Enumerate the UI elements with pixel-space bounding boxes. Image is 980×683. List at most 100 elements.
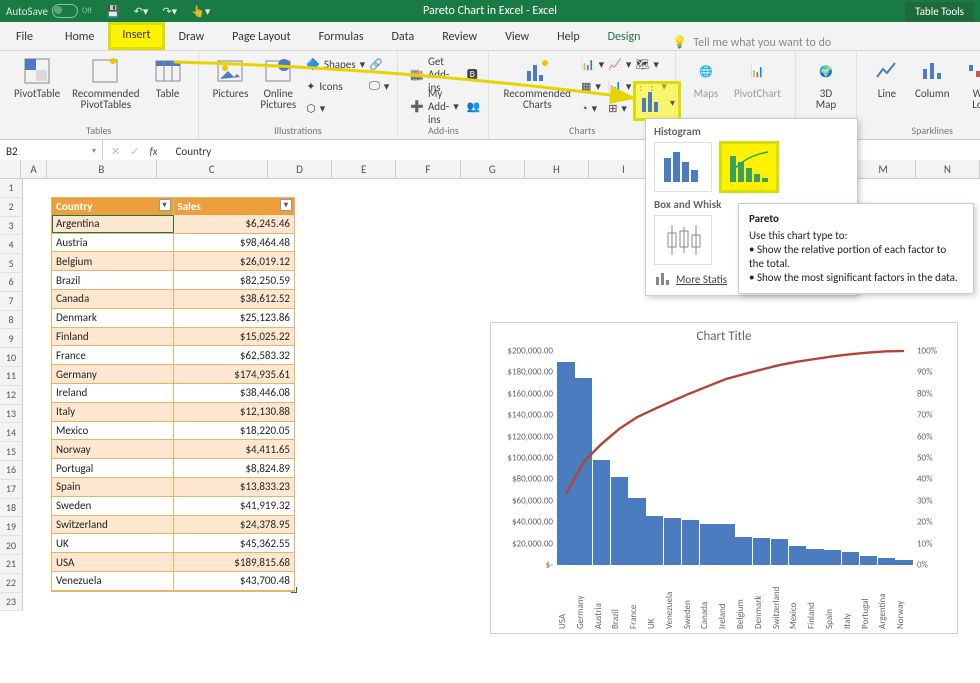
screenshot-button[interactable]: 🖵 ▾	[369, 77, 389, 95]
row-header[interactable]: 13	[0, 405, 23, 424]
tab-insert[interactable]: Insert	[108, 22, 164, 50]
table-cell[interactable]: $8,824.89	[174, 459, 295, 477]
table-cell[interactable]: France	[52, 346, 174, 364]
row-header[interactable]: 18	[0, 499, 23, 518]
chart-bar[interactable]	[878, 558, 895, 565]
tab-design[interactable]: Design	[594, 24, 655, 50]
table-cell[interactable]: $15,025.22	[174, 328, 295, 346]
pivottable-button[interactable]: PivotTable	[8, 53, 66, 101]
histogram-option[interactable]	[654, 142, 712, 192]
tab-home[interactable]: Home	[51, 24, 108, 50]
sparkline-winloss-button[interactable]: W Lo	[956, 53, 980, 112]
table-cell[interactable]: $45,362.55	[174, 534, 295, 552]
table-cell[interactable]: $43,700.48	[174, 572, 295, 590]
column-header[interactable]: C	[157, 160, 268, 178]
table-cell[interactable]: Norway	[52, 440, 174, 458]
table-cell[interactable]: $174,935.61	[174, 365, 295, 383]
chart-bar[interactable]	[753, 538, 770, 565]
sparkline-column-button[interactable]: Column	[909, 53, 956, 101]
get-addins-button[interactable]: 🏬Get Add-ins	[410, 65, 459, 83]
table-cell[interactable]: $26,019.12	[174, 252, 295, 270]
table-cell[interactable]: Denmark	[52, 309, 174, 327]
box-whisker-option[interactable]	[654, 215, 712, 265]
3d-map-button[interactable]: 🌍 3D Map	[804, 53, 848, 112]
row-header[interactable]: 10	[0, 348, 23, 367]
my-addins-button[interactable]: ➕My Add-ins ▾	[410, 97, 459, 115]
online-pictures-button[interactable]: Online Pictures	[254, 53, 302, 112]
table-cell[interactable]: $18,220.05	[174, 422, 295, 440]
tab-help[interactable]: Help	[543, 24, 594, 50]
table-cell[interactable]: $25,123.86	[174, 309, 295, 327]
row-header[interactable]: 9	[0, 329, 23, 348]
pivotchart-button[interactable]: 📊 PivotChart	[728, 53, 787, 101]
table-cell[interactable]: USA	[52, 553, 174, 571]
row-header[interactable]: 21	[0, 555, 23, 574]
table-cell[interactable]: $4,411.65	[174, 440, 295, 458]
chart-bar[interactable]	[860, 556, 877, 565]
name-box[interactable]: B2	[0, 140, 103, 162]
table-button[interactable]: Table	[146, 53, 190, 101]
bing-maps-button[interactable]: 🅱	[467, 65, 481, 83]
table-cell[interactable]: Austria	[52, 234, 174, 252]
column-header[interactable]: E	[332, 160, 396, 178]
column-header[interactable]: H	[525, 160, 589, 178]
shapes-button[interactable]: 🔷Shapes ▾	[306, 55, 365, 73]
autosave-toggle[interactable]: AutoSave Off	[6, 4, 92, 18]
table-cell[interactable]: Portugal	[52, 459, 174, 477]
row-header[interactable]: 6	[0, 273, 23, 292]
row-header[interactable]: 2	[0, 198, 23, 217]
column-header[interactable]: D	[268, 160, 332, 178]
tab-data[interactable]: Data	[378, 24, 429, 50]
table-cell[interactable]: Sweden	[52, 497, 174, 515]
table-cell[interactable]: Finland	[52, 328, 174, 346]
column-header[interactable]: B	[47, 160, 156, 178]
chart-bar[interactable]	[842, 552, 859, 565]
formula-input[interactable]: Country	[158, 145, 212, 158]
table-cell[interactable]: $189,815.68	[174, 553, 295, 571]
chart-bar[interactable]	[700, 524, 717, 565]
table-cell[interactable]: UK	[52, 534, 174, 552]
hierarchy-chart-button[interactable]: ▦▾	[581, 77, 604, 95]
table-cell[interactable]: Belgium	[52, 252, 174, 270]
undo-icon[interactable]: ↶▾	[134, 5, 149, 18]
tab-file[interactable]: File	[12, 24, 51, 50]
chart-bar[interactable]	[824, 550, 841, 565]
table-cell[interactable]: $38,446.08	[174, 384, 295, 402]
chart-bar[interactable]	[717, 524, 734, 565]
row-header[interactable]: 12	[0, 386, 23, 405]
recommended-charts-button[interactable]: Recommended Charts	[497, 53, 576, 112]
tab-view[interactable]: View	[491, 24, 543, 50]
table-cell[interactable]: Brazil	[52, 271, 174, 289]
row-header[interactable]: 3	[0, 217, 23, 236]
row-header[interactable]: 7	[0, 292, 23, 311]
row-header[interactable]: 23	[0, 593, 23, 612]
smartart-button[interactable]: 🔗	[369, 55, 389, 73]
row-header[interactable]: 1	[0, 179, 23, 198]
table-cell[interactable]: $38,612.52	[174, 290, 295, 308]
table-cell[interactable]: Germany	[52, 365, 174, 383]
table-cell[interactable]: $98,464.48	[174, 234, 295, 252]
tab-formulas[interactable]: Formulas	[305, 24, 378, 50]
pie-chart-button[interactable]: ◔▾	[581, 99, 604, 117]
maps-button[interactable]: 🌐 Maps	[684, 53, 728, 101]
chart-bar[interactable]	[771, 539, 788, 565]
table-cell[interactable]: $82,250.59	[174, 271, 295, 289]
tab-review[interactable]: Review	[428, 24, 491, 50]
table-cell[interactable]: Ireland	[52, 384, 174, 402]
redo-icon[interactable]: ↷▾	[162, 5, 177, 18]
sparkline-line-button[interactable]: Line	[865, 53, 909, 101]
table-cell[interactable]: Mexico	[52, 422, 174, 440]
column-header[interactable]: F	[396, 160, 460, 178]
touch-mode-icon[interactable]: 👆▾	[191, 5, 210, 18]
row-header[interactable]: 14	[0, 423, 23, 442]
row-header[interactable]: 17	[0, 480, 23, 499]
3dmodels-button[interactable]: ⬡ ▾	[306, 99, 365, 117]
table-cell[interactable]: $62,583.32	[174, 346, 295, 364]
chart-bar[interactable]	[806, 549, 823, 565]
column-header[interactable]: A	[21, 160, 47, 178]
table-cell[interactable]: Canada	[52, 290, 174, 308]
line-chart-button[interactable]: 📈▾	[608, 55, 631, 73]
table-header-cell[interactable]: Sales	[174, 198, 295, 215]
fx-icon[interactable]: fx	[149, 145, 157, 158]
table-cell[interactable]: $12,130.88	[174, 403, 295, 421]
